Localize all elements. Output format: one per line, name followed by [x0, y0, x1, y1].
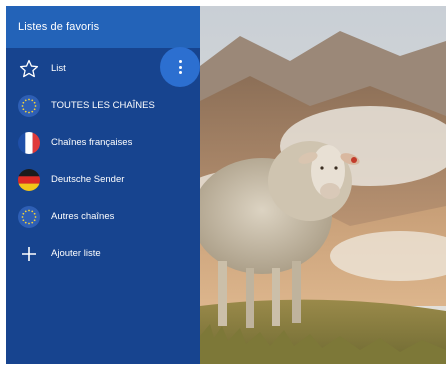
plus-icon — [17, 242, 41, 266]
background-photo — [200, 6, 446, 364]
list-item-french-channels[interactable]: Chaînes françaises — [6, 124, 200, 161]
eu-flag-icon — [17, 205, 41, 229]
sidebar-header: Listes de favoris — [6, 6, 200, 48]
more-vertical-icon — [178, 60, 182, 74]
list-item-label: Chaînes françaises — [51, 137, 133, 148]
list-item-label: List — [51, 63, 66, 74]
france-flag-icon — [17, 131, 41, 155]
star-outline-icon — [17, 57, 41, 81]
list-item-label: Deutsche Sender — [51, 174, 125, 185]
sidebar-title: Listes de favoris — [18, 21, 100, 33]
list-item-other-channels[interactable]: Autres chaînes — [6, 198, 200, 235]
germany-flag-icon — [17, 168, 41, 192]
list-item-german-channels[interactable]: Deutsche Sender — [6, 161, 200, 198]
add-list-label: Ajouter liste — [51, 248, 101, 259]
list-item-all-channels[interactable]: TOUTES LES CHAÎNES — [6, 87, 200, 124]
add-list-button[interactable]: Ajouter liste — [6, 235, 200, 272]
app-window: Listes de favoris List TOUTES LES CHAÎNE… — [6, 6, 446, 364]
list-item-label: Autres chaînes — [51, 211, 115, 222]
eu-flag-icon — [17, 94, 41, 118]
list-item-label: TOUTES LES CHAÎNES — [51, 100, 155, 111]
more-options-button[interactable] — [160, 47, 200, 87]
